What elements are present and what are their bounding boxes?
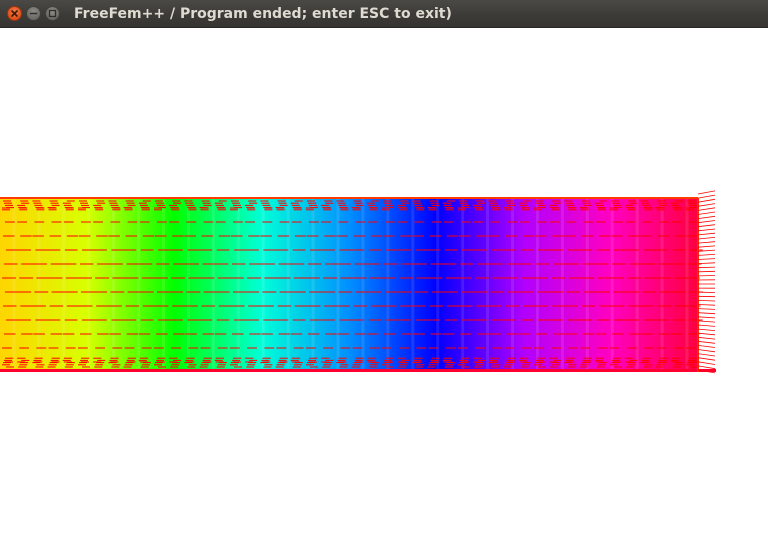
iso-band	[137, 198, 141, 372]
iso-band	[236, 198, 240, 372]
outflow-arrow	[697, 270, 716, 273]
outflow-arrow	[697, 262, 716, 264]
outflow-arrow	[697, 190, 716, 195]
outflow-arrow	[697, 328, 716, 331]
outflow-arrow	[697, 312, 716, 315]
iso-band	[560, 198, 564, 372]
iso-band	[261, 198, 265, 372]
outflow-arrow	[697, 316, 716, 319]
minimize-icon	[29, 12, 38, 15]
bottom-boundary	[0, 369, 716, 372]
close-button[interactable]	[7, 6, 22, 21]
outflow-arrow	[697, 211, 716, 215]
outflow-arrow	[697, 228, 716, 232]
maximize-button[interactable]	[45, 6, 60, 21]
iso-band	[660, 198, 664, 372]
title-bar[interactable]: FreeFem++ / Program ended; enter ESC to …	[0, 0, 768, 28]
freefem-window: FreeFem++ / Program ended; enter ESC to …	[0, 0, 768, 540]
outflow-arrow	[697, 304, 716, 306]
outflow-arrow	[697, 349, 716, 353]
iso-band	[486, 198, 490, 372]
outflow-arrow	[697, 361, 716, 365]
iso-band	[62, 198, 66, 372]
color-field	[0, 197, 716, 372]
outflow-arrow	[697, 245, 716, 248]
iso-band	[386, 198, 390, 372]
iso-band	[461, 198, 465, 372]
outflow-arrow	[697, 266, 716, 269]
iso-band	[336, 198, 340, 372]
iso-band	[635, 198, 639, 372]
outflow-arrow	[697, 232, 716, 236]
window-title: FreeFem++ / Program ended; enter ESC to …	[74, 6, 452, 22]
outflow-arrow	[697, 345, 716, 348]
iso-band	[411, 198, 415, 372]
close-icon	[11, 10, 18, 17]
outflow-arrow	[697, 365, 716, 370]
iso-band	[87, 198, 91, 372]
fem-plot[interactable]	[0, 28, 768, 540]
gradient-band	[0, 198, 698, 372]
maximize-icon	[48, 9, 57, 18]
iso-band	[12, 198, 16, 372]
outflow-arrow	[697, 258, 716, 260]
plot-canvas-area[interactable]	[0, 28, 768, 540]
outflow-arrow	[697, 324, 716, 327]
outflow-arrow	[697, 320, 716, 323]
outflow-arrow	[697, 224, 716, 228]
outflow-arrow	[697, 207, 716, 211]
outflow-arrow	[697, 300, 716, 302]
iso-band	[535, 198, 539, 372]
iso-band	[361, 198, 365, 372]
outflow-arrow	[697, 237, 716, 240]
outflow-arrow	[697, 336, 716, 340]
iso-band	[685, 198, 689, 372]
outflow-arrow	[697, 198, 716, 203]
outflow-arrow	[697, 308, 716, 310]
outflow-arrow	[697, 241, 716, 244]
outflow-arrow	[697, 254, 716, 256]
outflow-arrow	[697, 340, 716, 344]
iso-band	[610, 198, 614, 372]
iso-band	[585, 198, 589, 372]
iso-band	[311, 198, 315, 372]
iso-band	[37, 198, 41, 372]
outflow-edge	[697, 190, 716, 374]
iso-band	[112, 198, 116, 372]
minimize-button[interactable]	[26, 6, 41, 21]
outflow-arrow	[697, 332, 716, 336]
outflow-arrow	[697, 194, 716, 199]
iso-band	[286, 198, 290, 372]
outflow-arrow	[697, 215, 716, 219]
iso-band	[511, 198, 515, 372]
outflow-arrow	[697, 220, 716, 224]
iso-band	[211, 198, 215, 372]
iso-band	[186, 198, 190, 372]
outflow-arrow	[697, 203, 716, 207]
outflow-arrow	[697, 353, 716, 357]
outflow-arrow	[697, 357, 716, 361]
iso-band	[162, 198, 166, 372]
iso-band	[436, 198, 440, 372]
